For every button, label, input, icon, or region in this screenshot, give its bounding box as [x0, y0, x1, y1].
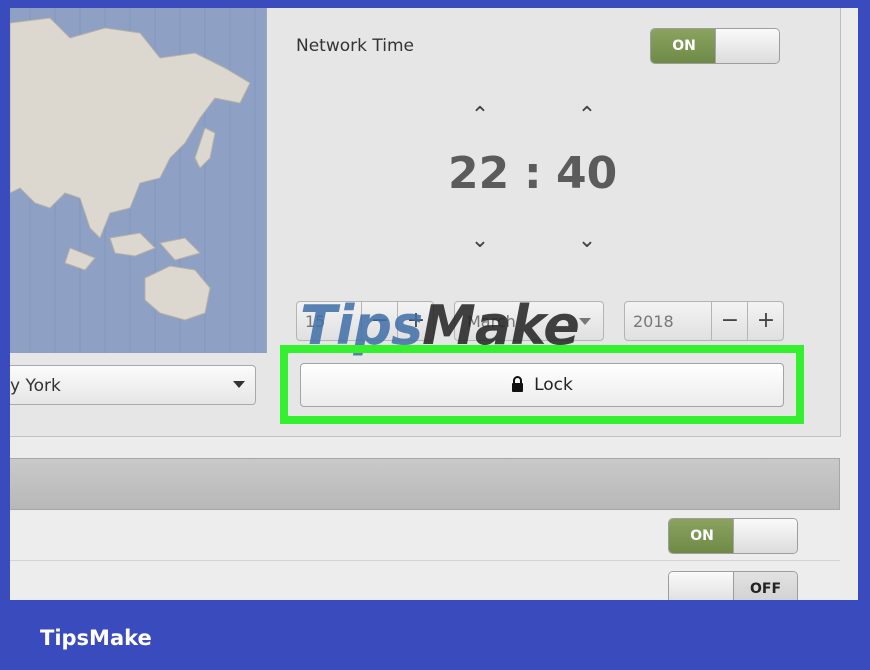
switch-knob [669, 572, 735, 600]
lock-icon [512, 376, 524, 392]
year-value[interactable]: 2018 [633, 312, 674, 331]
hour-up-chevron-icon[interactable]: ⌃ [465, 103, 495, 128]
network-time-label: Network Time [296, 36, 414, 56]
timezone-value: y York [10, 376, 61, 396]
dropdown-arrow-icon [233, 381, 245, 388]
date-time-settings-window: y York Network Time ON ⌃ ⌃ 22 : 40 ⌄ ⌄ 1… [10, 8, 858, 600]
date-time-panel: y York Network Time ON ⌃ ⌃ 22 : 40 ⌄ ⌄ 1… [10, 8, 841, 437]
year-minus-button[interactable]: − [711, 302, 748, 340]
settings-row-switch-on[interactable]: ON [668, 518, 798, 554]
timezone-map[interactable] [10, 8, 267, 353]
lock-button[interactable]: Lock [300, 363, 784, 407]
settings-row-switch-off[interactable]: OFF [668, 571, 798, 600]
time-separator: : [524, 148, 542, 199]
section-header [10, 458, 840, 510]
minute-up-chevron-icon[interactable]: ⌃ [572, 103, 602, 128]
year-spinner[interactable]: 2018 − + [624, 301, 784, 341]
switch-knob [715, 29, 779, 63]
minute-down-chevron-icon[interactable]: ⌄ [572, 228, 602, 253]
settings-row: ON [10, 512, 840, 561]
footer-bar: TipsMake [0, 600, 870, 670]
minute-value[interactable]: 40 [556, 148, 617, 199]
switch-off-label: OFF [733, 572, 797, 600]
switch-knob [733, 519, 797, 553]
switch-on-label: ON [669, 519, 735, 553]
footer-brand: TipsMake [40, 626, 152, 650]
dropdown-arrow-icon [579, 318, 591, 325]
timezone-dropdown[interactable]: y York [10, 365, 256, 405]
settings-row: OFF [10, 561, 840, 600]
year-plus-button[interactable]: + [747, 302, 784, 340]
network-time-switch[interactable]: ON [650, 28, 780, 64]
lock-button-label: Lock [534, 375, 573, 395]
hour-value[interactable]: 22 [448, 148, 509, 199]
switch-on-label: ON [651, 29, 717, 63]
hour-down-chevron-icon[interactable]: ⌄ [465, 228, 495, 253]
